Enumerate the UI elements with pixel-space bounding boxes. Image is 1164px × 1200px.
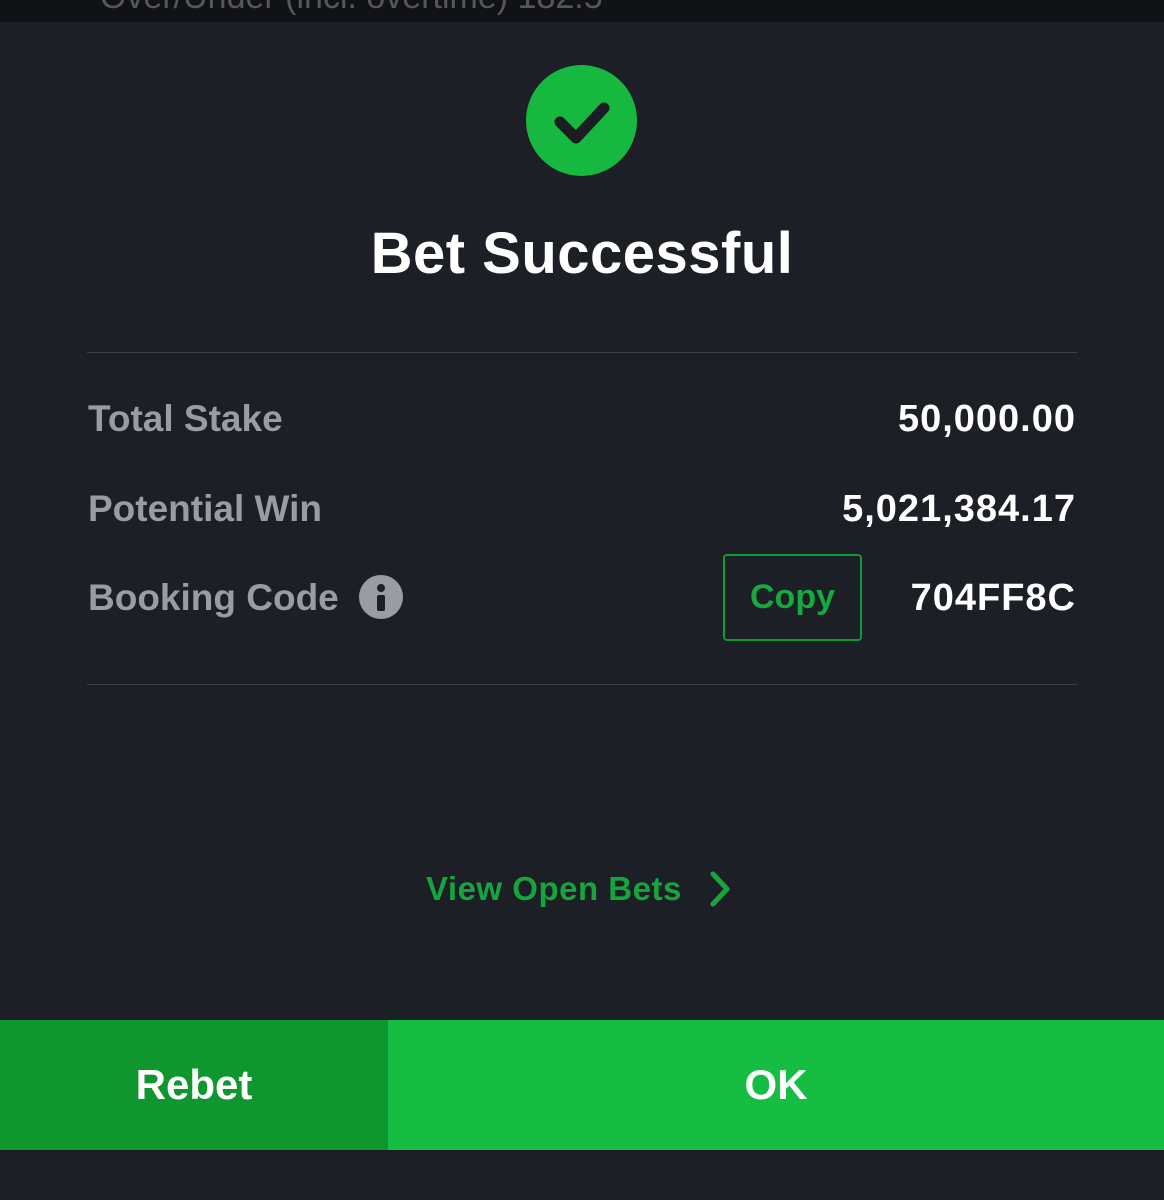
info-icon-bar xyxy=(377,595,385,611)
dialog-title: Bet Successful xyxy=(370,221,794,286)
bottom-safe-area xyxy=(0,1150,1164,1200)
potential-win-value: 5,021,384.17 xyxy=(842,488,1076,530)
info-icon-dot xyxy=(377,584,385,592)
divider-bottom xyxy=(87,684,1077,685)
total-stake-value: 50,000.00 xyxy=(897,398,1076,440)
previous-content-strip: Over/Under (incl. overtime) 182.5 xyxy=(0,0,1164,22)
check-circle-icon xyxy=(526,65,637,176)
potential-win-label: Potential Win xyxy=(88,488,322,529)
copy-button[interactable]: Copy xyxy=(723,554,862,641)
view-open-bets-link[interactable]: View Open Bets xyxy=(426,866,732,912)
market-text: Over/Under (incl. overtime) 182.5 xyxy=(100,0,603,17)
booking-code-value: 704FF8C xyxy=(910,577,1076,619)
ok-button[interactable]: OK xyxy=(388,1020,1164,1150)
bet-confirmation-screen: Over/Under (incl. overtime) 182.5 Bet Su… xyxy=(0,0,1164,1200)
rebet-button[interactable]: Rebet xyxy=(0,1020,388,1150)
info-icon[interactable] xyxy=(359,575,403,619)
total-stake-label: Total Stake xyxy=(88,398,283,439)
view-open-bets-label: View Open Bets xyxy=(426,870,682,907)
booking-code-label: Booking Code xyxy=(88,577,339,618)
divider-top xyxy=(87,352,1077,353)
chevron-right-icon xyxy=(710,871,730,907)
